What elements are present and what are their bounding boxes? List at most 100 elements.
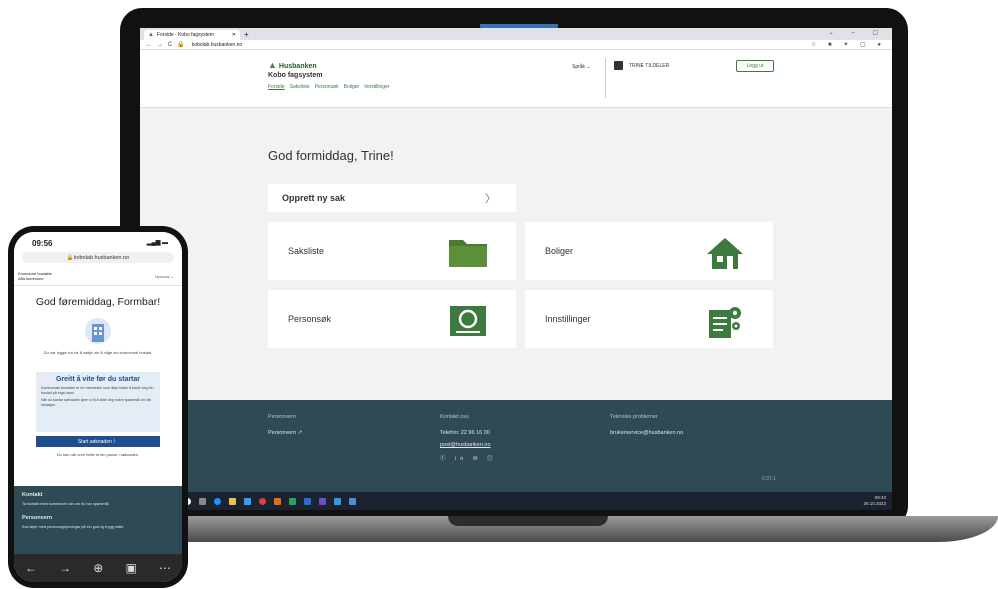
- new-tab-icon[interactable]: ⊕: [93, 561, 103, 575]
- phone-info-box: Greitt å vite før du startar Kommunale b…: [36, 372, 160, 432]
- more-menu-icon[interactable]: ⋯: [159, 561, 171, 575]
- signal-battery-icon: ▂▄▆ ▬: [146, 240, 168, 246]
- logo-text: Husbanken: [278, 63, 317, 70]
- phone-note: Du kan når som helst ta ein pause i søkn…: [56, 452, 140, 457]
- site-footer: Personvern Personvern ↗ Kontakt oss Tele…: [140, 400, 892, 492]
- task-view-icon[interactable]: [199, 497, 206, 505]
- clock-date: 26.10.2022: [863, 501, 886, 506]
- browser-address-bar: ← → C 🔒 kobolab.husbanken.no ☆ ■ ✦ ▢ ●: [140, 40, 892, 50]
- footer-phone: Telefon: 22 96 16 00: [440, 430, 490, 436]
- phone-screen: 09:56 ▂▄▆ ▬ 🔒 kobolab.husbanken.no Kommu…: [14, 232, 182, 582]
- nav-item-saksliste[interactable]: Saksliste: [290, 84, 310, 90]
- page-greeting: God formiddag, Trine!: [268, 148, 394, 163]
- phone-privacy-text: Kva skjer med personopplysningar på ein …: [22, 525, 125, 529]
- start-label: Start søknaden: [77, 438, 112, 445]
- system-name: Kobo fagsystem: [268, 72, 323, 79]
- nav-item-forside[interactable]: Forside: [268, 84, 285, 90]
- footer-tech-column: Tekniske problemer brukerservice@husbank…: [610, 414, 683, 442]
- folder-icon: [449, 240, 487, 267]
- mail-icon[interactable]: [244, 497, 251, 505]
- forward-arrow-icon[interactable]: →: [59, 561, 71, 575]
- footer-privacy-link[interactable]: Personvern ↗: [268, 430, 302, 436]
- language-label: Språk: [572, 64, 586, 70]
- new-case-label: Opprett ny sak: [282, 193, 346, 203]
- tabs-icon[interactable]: ▣: [125, 561, 136, 575]
- nav-item-innstillinger[interactable]: Innstillinger: [364, 84, 389, 90]
- phone-contact-heading: Kontakt: [22, 492, 43, 498]
- file-explorer-icon[interactable]: [229, 497, 236, 505]
- word-icon[interactable]: [304, 497, 311, 505]
- app-icon[interactable]: [349, 497, 356, 505]
- language-selector[interactable]: Språk ⌄: [572, 64, 591, 70]
- chevron-down-icon: ⌄: [586, 64, 591, 70]
- house-icon: [707, 238, 743, 269]
- phone-privacy-heading: Personvern: [22, 515, 53, 521]
- phone-info-text: Når du startar søknaden kjem vi til å st…: [41, 398, 152, 407]
- phone-browser-nav: ← → ⊕ ▣ ⋯: [14, 554, 182, 582]
- footer-tech-heading: Tekniske problemer: [610, 414, 658, 420]
- user-name: TRINE TILDELER: [629, 63, 670, 69]
- husbanken-favicon-icon: ▲: [148, 32, 154, 38]
- nav-item-boliger[interactable]: Boliger: [344, 84, 360, 90]
- settings-document-icon: [709, 307, 741, 338]
- chevron-right-icon: 〉: [113, 439, 119, 445]
- os-taskbar: 09:43 26.10.2022: [140, 492, 892, 510]
- device-mockup-stage: ▲ Forside - Kobo fagsystem ✕ + ⌄ – ▢ ← →…: [0, 0, 998, 589]
- footer-tech-email[interactable]: brukerservice@husbanken.no: [610, 430, 683, 436]
- browser-tab-title: Forside - Kobo fagsystem: [156, 32, 214, 38]
- url-input[interactable]: kobolab.husbanken.no: [192, 42, 242, 48]
- laptop-opening-groove: [448, 516, 608, 526]
- card-boliger[interactable]: Boliger: [525, 222, 773, 280]
- lock-icon: 🔒: [66, 254, 74, 261]
- main-nav: Forside Saksliste Personsøk Boliger Inns…: [268, 84, 389, 90]
- phone-url-bar[interactable]: 🔒 kobolab.husbanken.no: [22, 252, 174, 263]
- phone-municipality: Kommune bustøtte Alfa kommune: [18, 271, 52, 281]
- phone-contact-text: Ta kontakt med kommunen din om du har sp…: [22, 502, 110, 506]
- card-label: Innstillinger: [545, 314, 591, 324]
- back-arrow-icon[interactable]: ←: [25, 561, 37, 575]
- card-innstillinger[interactable]: Innstillinger: [525, 290, 773, 348]
- phone-url: kobolab.husbanken.no: [73, 254, 130, 261]
- browser-tabbar: ▲ Forside - Kobo fagsystem ✕ + ⌄ – ▢: [140, 28, 892, 40]
- window-controls[interactable]: ⌄ – ▢: [829, 29, 886, 36]
- nav-item-personsok[interactable]: Personsøk: [315, 84, 339, 90]
- phone-language-selector[interactable]: Nynorsk ⌄: [155, 274, 174, 279]
- card-personsok[interactable]: Personsøk: [268, 290, 516, 348]
- forward-arrow-icon[interactable]: →: [157, 42, 163, 48]
- apartment-building-icon: [85, 318, 111, 344]
- site-header: ▲ Husbanken Kobo fagsystem Forside Saksli…: [140, 50, 892, 108]
- husbanken-logo[interactable]: ▲ Husbanken: [268, 60, 317, 70]
- phone-greeting: God føremiddag, Formbar!: [35, 296, 161, 308]
- footer-email-link[interactable]: post@husbanken.no: [440, 442, 496, 448]
- browser-extensions-icon[interactable]: ☆ ■ ✦ ▢ ●: [811, 41, 886, 48]
- phone-info-text: Kommunale bustader er for menneske som i…: [41, 386, 154, 395]
- social-media-icons[interactable]: ⓕ in ✉ ◎: [440, 454, 496, 462]
- system-clock[interactable]: 09:43 26.10.2022: [863, 495, 886, 507]
- skype-icon[interactable]: [334, 497, 341, 505]
- main-content: God formiddag, Trine! Opprett ny sak 〉 S…: [140, 108, 892, 398]
- chrome-icon[interactable]: [259, 497, 266, 505]
- back-arrow-icon[interactable]: ←: [146, 42, 152, 48]
- card-label: Saksliste: [288, 246, 325, 256]
- browser-tab[interactable]: ▲ Forside - Kobo fagsystem ✕: [144, 30, 240, 40]
- start-application-button[interactable]: Start søknaden 〉: [36, 436, 160, 447]
- footer-privacy-column: Personvern Personvern ↗: [268, 414, 302, 442]
- logout-button[interactable]: Logg ut: [736, 60, 774, 72]
- new-tab-icon[interactable]: +: [244, 30, 249, 40]
- app-icon[interactable]: [274, 497, 281, 505]
- teams-icon[interactable]: [319, 497, 326, 505]
- chevron-right-icon: 〉: [485, 193, 496, 205]
- phone-time: 09:56: [32, 239, 53, 248]
- laptop-base: [60, 516, 998, 542]
- reload-icon[interactable]: C: [168, 42, 172, 48]
- excel-icon[interactable]: [289, 497, 296, 505]
- phone-status-bar: 09:56 ▂▄▆ ▬: [14, 232, 182, 254]
- phone-site-header: Kommune bustøtte Alfa kommune Nynorsk ⌄: [14, 268, 182, 286]
- edge-browser-icon[interactable]: [214, 497, 221, 505]
- external-link-icon: ↗: [297, 430, 303, 436]
- close-tab-icon[interactable]: ✕: [232, 32, 236, 38]
- footer-contact-heading: Kontakt oss: [440, 414, 469, 420]
- new-case-button[interactable]: Opprett ny sak 〉: [268, 184, 516, 212]
- card-saksliste[interactable]: Saksliste: [268, 222, 516, 280]
- card-label: Personsøk: [288, 314, 332, 324]
